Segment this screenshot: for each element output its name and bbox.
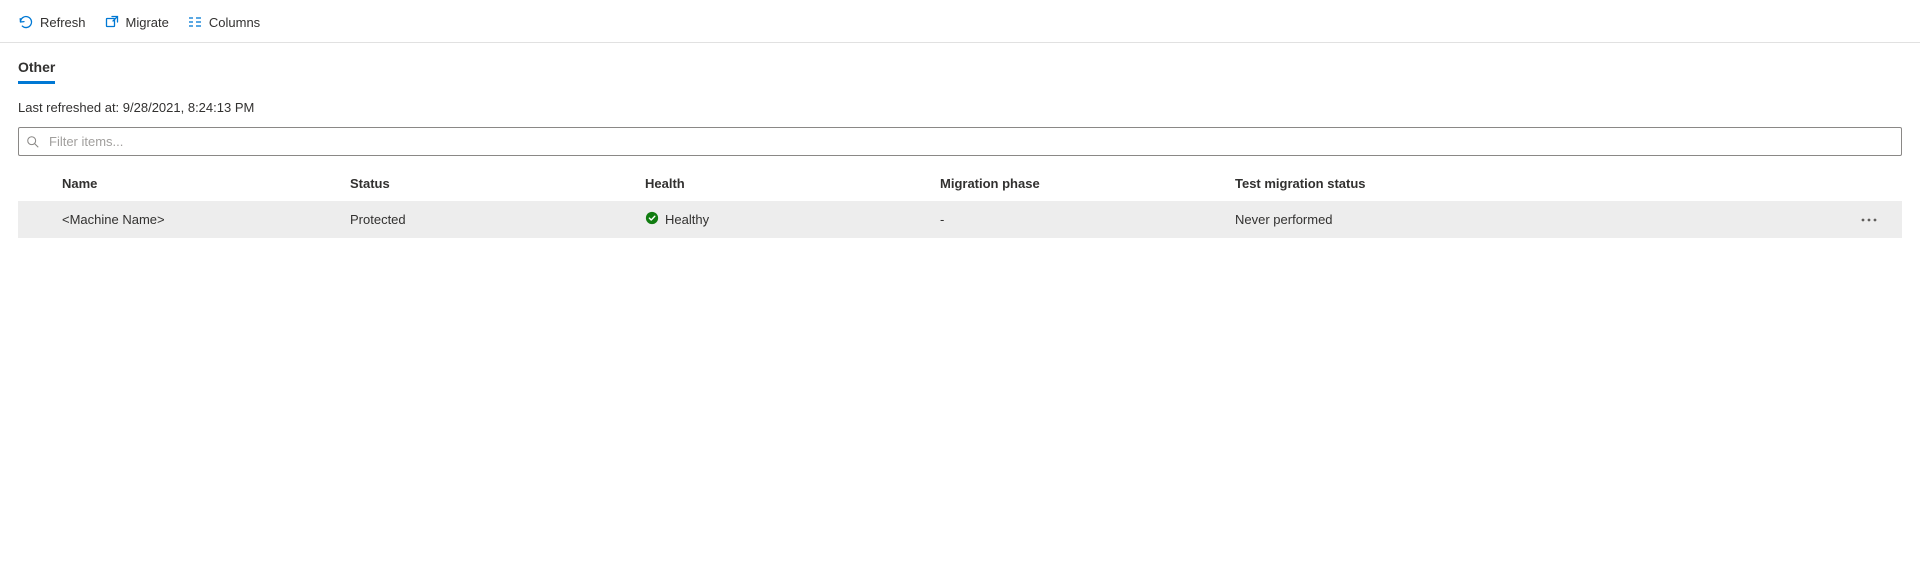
- table-row[interactable]: <Machine Name> Protected Healthy - Never…: [18, 201, 1902, 238]
- filter-input[interactable]: [18, 127, 1902, 156]
- columns-button[interactable]: Columns: [187, 12, 260, 32]
- cell-status: Protected: [350, 212, 645, 227]
- migrate-label: Migrate: [126, 15, 169, 30]
- cell-health-text: Healthy: [665, 212, 709, 227]
- cell-name: <Machine Name>: [18, 212, 350, 227]
- column-header-name[interactable]: Name: [18, 176, 350, 191]
- machines-table: Name Status Health Migration phase Test …: [18, 166, 1902, 238]
- columns-label: Columns: [209, 15, 260, 30]
- healthy-icon: [645, 211, 659, 228]
- filter-wrap: [18, 127, 1902, 156]
- refresh-button[interactable]: Refresh: [18, 12, 86, 32]
- refresh-icon: [18, 14, 34, 30]
- search-icon: [26, 135, 40, 149]
- tab-bar: Other: [18, 59, 1902, 84]
- tab-other[interactable]: Other: [18, 59, 55, 84]
- migrate-button[interactable]: Migrate: [104, 12, 169, 32]
- column-header-status[interactable]: Status: [350, 176, 645, 191]
- last-refreshed-text: Last refreshed at: 9/28/2021, 8:24:13 PM: [18, 100, 1902, 115]
- more-icon: [1860, 217, 1878, 223]
- cell-health: Healthy: [645, 211, 940, 228]
- row-more-actions-button[interactable]: [1854, 213, 1884, 227]
- column-header-test-migration-status[interactable]: Test migration status: [1235, 176, 1500, 191]
- cell-migration-phase: -: [940, 212, 1235, 227]
- command-bar: Refresh Migrate Columns: [0, 0, 1920, 43]
- refresh-label: Refresh: [40, 15, 86, 30]
- migrate-icon: [104, 14, 120, 30]
- column-header-health[interactable]: Health: [645, 176, 940, 191]
- columns-icon: [187, 14, 203, 30]
- table-header: Name Status Health Migration phase Test …: [18, 166, 1902, 201]
- cell-test-migration-status: Never performed: [1235, 212, 1500, 227]
- column-header-migration-phase[interactable]: Migration phase: [940, 176, 1235, 191]
- main-content: Other Last refreshed at: 9/28/2021, 8:24…: [0, 43, 1920, 238]
